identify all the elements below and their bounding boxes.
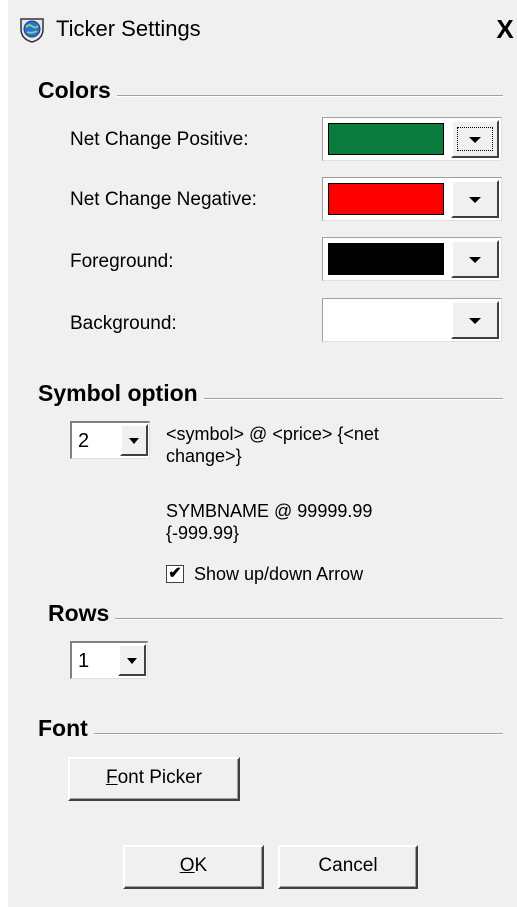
font-section-title: Font <box>38 713 94 743</box>
net-change-negative-color-picker[interactable] <box>322 177 502 221</box>
font-picker-mnemonic: F <box>105 767 118 788</box>
net-change-positive-swatch <box>328 123 444 155</box>
ok-mnemonic: O <box>179 855 195 876</box>
net-change-positive-color-picker[interactable] <box>322 117 502 161</box>
font-divider <box>38 733 503 735</box>
chevron-down-icon <box>129 438 139 444</box>
ok-button[interactable]: OK <box>123 845 264 889</box>
net-change-positive-dropdown-button[interactable] <box>451 120 499 158</box>
background-swatch <box>328 304 444 336</box>
cancel-label: Cancel <box>318 855 378 876</box>
colors-section-title: Colors <box>38 75 117 105</box>
background-label: Background: <box>70 313 177 334</box>
show-arrow-label[interactable]: Show up/down Arrow <box>194 562 363 586</box>
chevron-down-icon <box>127 658 137 664</box>
ok-label: K <box>194 855 208 876</box>
font-picker-button[interactable]: Font Picker <box>68 757 240 801</box>
net-change-negative-label: Net Change Negative: <box>70 189 257 210</box>
title-bar: Ticker Settings X <box>8 0 517 60</box>
show-arrow-checkbox[interactable]: ✔ <box>166 565 184 583</box>
rows-section-title: Rows <box>48 598 116 628</box>
chevron-down-icon <box>469 318 481 324</box>
chevron-down-icon <box>469 137 481 143</box>
foreground-label: Foreground: <box>70 251 174 272</box>
foreground-color-picker[interactable] <box>322 237 502 281</box>
symbol-format-text: <symbol> @ <price> {<net change>} <box>166 424 379 466</box>
close-button[interactable]: X <box>493 14 517 44</box>
net-change-positive-label: Net Change Positive: <box>70 129 249 150</box>
foreground-swatch <box>328 243 444 275</box>
rows-divider <box>48 618 503 620</box>
symbol-option-section-title: Symbol option <box>38 378 204 408</box>
rows-dropdown-button[interactable] <box>118 644 146 676</box>
net-change-negative-dropdown-button[interactable] <box>451 180 499 218</box>
symbol-option-value: 2 <box>78 430 90 452</box>
window-title: Ticker Settings <box>56 16 201 41</box>
chevron-down-icon <box>469 197 481 203</box>
symbol-option-select[interactable]: 2 <box>70 421 150 459</box>
ticker-settings-dialog: Ticker Settings X Colors Net Change Posi… <box>8 0 517 907</box>
chevron-down-icon <box>469 257 481 263</box>
rows-select[interactable]: 1 <box>70 641 148 679</box>
net-change-negative-swatch <box>328 183 444 215</box>
background-color-picker[interactable] <box>322 298 502 342</box>
app-globe-icon <box>20 18 44 43</box>
symbol-example-text: SYMBNAME @ 99999.99 {-999.99} <box>166 501 373 543</box>
foreground-dropdown-button[interactable] <box>451 240 499 278</box>
symbol-option-dropdown-button[interactable] <box>120 424 148 456</box>
background-dropdown-button[interactable] <box>451 301 499 339</box>
font-picker-label: ont Picker <box>117 767 203 788</box>
rows-value: 1 <box>78 650 90 672</box>
cancel-button[interactable]: Cancel <box>278 845 418 889</box>
